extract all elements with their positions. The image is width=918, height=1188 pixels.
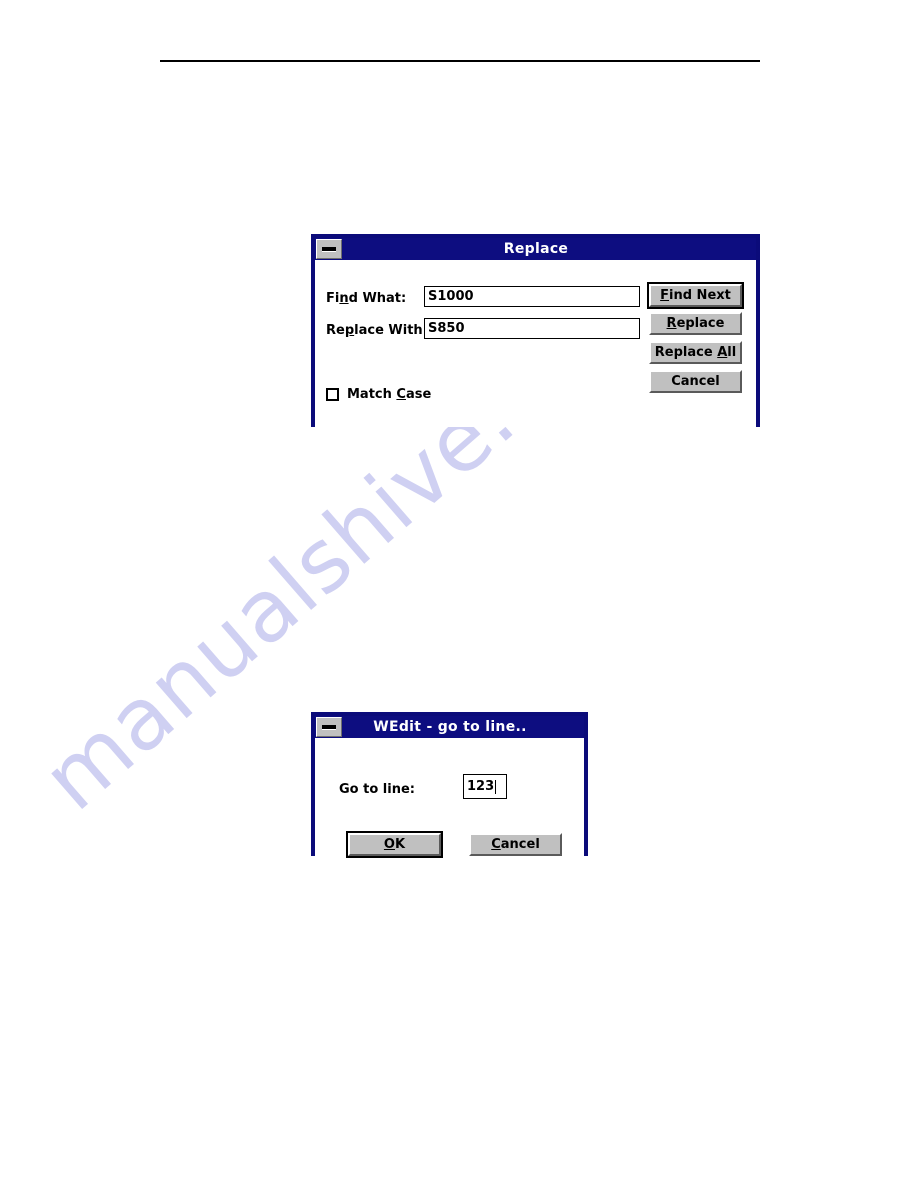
text-caret <box>495 779 497 794</box>
replace-dialog-titlebar[interactable]: Replace <box>315 238 756 260</box>
goto-line-dialog-titlebar[interactable]: WEdit - go to line.. <box>315 716 584 738</box>
checkbox-box[interactable] <box>326 388 339 401</box>
minimize-icon[interactable] <box>316 239 342 259</box>
replace-with-label: Replace With: <box>326 323 428 338</box>
find-next-button[interactable]: Find Next <box>647 282 744 309</box>
document-page: manualshive.com Replace Find What: S1000… <box>0 0 918 1188</box>
watermark: manualshive.com <box>24 246 850 990</box>
goto-line-dialog-title: WEdit - go to line.. <box>373 719 527 735</box>
goto-line-input[interactable]: 123 <box>463 774 507 799</box>
goto-line-label: Go to line: <box>339 782 415 797</box>
goto-line-dialog: WEdit - go to line.. Go to line: 123 OK … <box>311 712 588 858</box>
minimize-icon[interactable] <box>316 717 342 737</box>
replace-button[interactable]: Replace <box>649 312 742 335</box>
ok-button[interactable]: OK <box>346 831 443 858</box>
cancel-button[interactable]: Cancel <box>469 833 562 856</box>
replace-with-value: S850 <box>428 321 465 336</box>
replace-with-input[interactable]: S850 <box>424 318 640 339</box>
find-what-input[interactable]: S1000 <box>424 286 640 307</box>
match-case-label: Match Case <box>347 387 432 402</box>
cancel-button[interactable]: Cancel <box>649 370 742 393</box>
goto-line-value: 123 <box>467 779 495 794</box>
replace-dialog-body: Find What: S1000 Replace With: S850 Find… <box>315 260 756 427</box>
goto-line-dialog-body: Go to line: 123 OK Cancel <box>315 738 584 858</box>
find-what-value: S1000 <box>428 289 474 304</box>
replace-all-button[interactable]: Replace All <box>649 341 742 364</box>
page-header-rule <box>160 60 760 62</box>
replace-dialog: Replace Find What: S1000 Replace With: S… <box>311 234 760 427</box>
replace-dialog-title: Replace <box>503 241 569 257</box>
find-what-label: Find What: <box>326 291 407 306</box>
match-case-checkbox[interactable]: Match Case <box>326 387 431 402</box>
